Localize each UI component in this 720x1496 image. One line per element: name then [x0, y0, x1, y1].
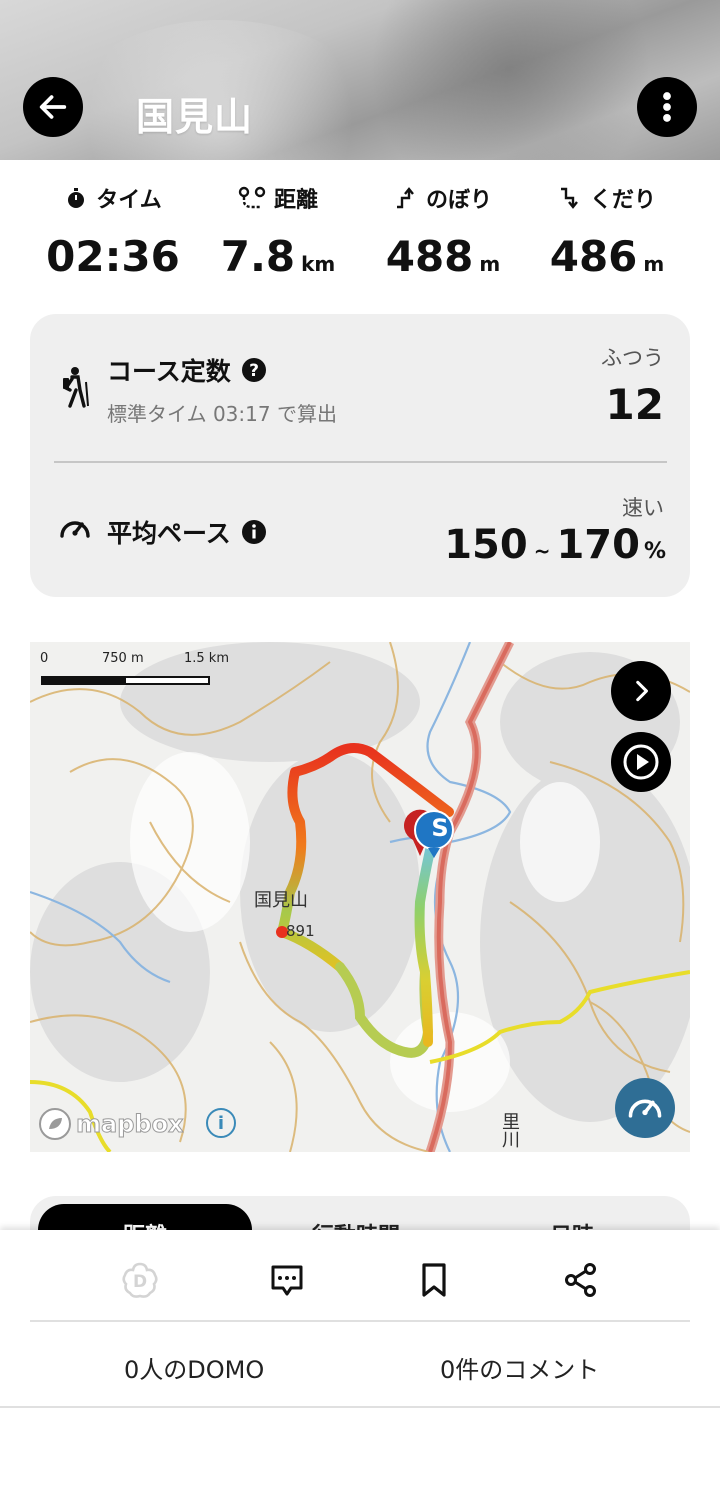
- course-grade: ふつう: [601, 346, 664, 370]
- speedometer-icon: [628, 1099, 662, 1118]
- mapbox-logo-text: mapbox: [76, 1110, 185, 1139]
- scale-max: 1.5 km: [184, 651, 229, 666]
- svg-text:?: ?: [249, 361, 259, 381]
- stat-descent-label: くだり: [589, 188, 656, 213]
- share-icon: [565, 1263, 596, 1297]
- course-card: コース定数 ? 標準タイム 03:17 で算出 ふつう 12 平均ペース 速い …: [30, 314, 690, 597]
- bottom-action-bar: D 0人のDOMO 0件のコメント: [0, 1230, 720, 1496]
- hiker-icon: [63, 367, 89, 408]
- start-marker-label: S: [431, 814, 449, 842]
- route-map[interactable]: 国見山 891 里川 0 750 m 1.5 km S mapbox i: [30, 642, 690, 1152]
- page-title: 国見山: [136, 95, 254, 139]
- card-divider: [54, 461, 667, 463]
- pace-tilde: ~: [533, 539, 551, 563]
- scale-mid: 750 m: [102, 651, 144, 666]
- comment-button[interactable]: [257, 1250, 317, 1310]
- map-attribution-button[interactable]: i: [206, 1108, 236, 1138]
- more-menu-button[interactable]: [637, 77, 697, 137]
- back-button[interactable]: [23, 77, 83, 137]
- ascent-arrow-icon: [396, 187, 414, 209]
- pace-grade: 速い: [622, 496, 664, 520]
- average-pace-title-row: 平均ペース: [107, 514, 267, 550]
- comment-icon: [271, 1265, 303, 1296]
- stat-ascent-value: 488: [385, 232, 474, 281]
- scale-zero: 0: [40, 651, 49, 666]
- descent-arrow-icon: [560, 187, 578, 209]
- bookmark-button[interactable]: [404, 1250, 464, 1310]
- stat-time-label: タイム: [96, 188, 162, 213]
- domo-count[interactable]: 0人のDOMO: [124, 1350, 264, 1385]
- speedometer-icon: [60, 521, 90, 538]
- river-label: 里川: [499, 1112, 520, 1148]
- bottom-divider-lower: [0, 1406, 720, 1408]
- stat-distance-label: 距離: [273, 188, 318, 213]
- peak-label: 国見山: [254, 890, 308, 911]
- course-standard-time: 標準タイム 03:17 で算出: [107, 402, 337, 426]
- map-replay-button[interactable]: [611, 732, 671, 792]
- topographic-map: [30, 642, 690, 1152]
- stopwatch-icon: [68, 188, 85, 208]
- stat-ascent-unit: m: [479, 252, 501, 276]
- average-pace-title: 平均ペース: [107, 519, 231, 548]
- map-speed-color-button[interactable]: [615, 1078, 675, 1138]
- bookmark-icon: [422, 1263, 446, 1297]
- stat-time: タイム 02:36: [28, 178, 198, 281]
- peak-elevation: 891: [286, 922, 315, 940]
- stat-ascent: のぼり 488 m: [358, 178, 528, 281]
- pace-range: 150 ~170%: [444, 522, 666, 568]
- course-constant-title-row: コース定数 ?: [107, 352, 267, 388]
- play-circle-icon: [623, 744, 659, 780]
- route-pin-icon: [238, 186, 266, 209]
- vertical-dots-icon: [663, 92, 671, 122]
- bottom-divider: [30, 1320, 690, 1322]
- pace-unit: %: [643, 539, 666, 564]
- stat-descent-unit: m: [643, 252, 665, 276]
- svg-text:D: D: [133, 1272, 147, 1292]
- pace-min: 150: [444, 522, 528, 568]
- stat-distance-unit: km: [301, 252, 336, 276]
- stat-distance: 距離 7.8 km: [193, 178, 363, 281]
- map-expand-button[interactable]: [611, 661, 671, 721]
- chevron-right-icon: [636, 680, 648, 702]
- mapbox-mark-icon: [39, 1108, 71, 1140]
- comment-count[interactable]: 0件のコメント: [440, 1350, 599, 1385]
- stat-ascent-label: のぼり: [425, 188, 492, 213]
- stat-descent: くだり 486 m: [522, 178, 692, 281]
- header-photo-shade: [360, 0, 660, 160]
- stat-distance-value: 7.8: [220, 232, 296, 281]
- info-circle-icon[interactable]: [241, 519, 267, 545]
- scale-bar: [41, 676, 210, 685]
- question-circle-icon[interactable]: ?: [241, 357, 267, 383]
- arrow-left-icon: [39, 95, 67, 119]
- share-button[interactable]: [551, 1250, 611, 1310]
- stat-time-value: 02:36: [46, 232, 180, 281]
- header: 国見山: [0, 0, 720, 160]
- domo-flower-icon: D: [122, 1262, 158, 1298]
- domo-button[interactable]: D: [110, 1250, 170, 1310]
- course-constant-value: 12: [605, 380, 664, 429]
- course-constant-title: コース定数: [107, 357, 231, 386]
- mapbox-logo: mapbox: [38, 1107, 184, 1141]
- activity-stats: タイム 02:36 距離 7.8 km のぼり 488 m くだり 486 m: [0, 178, 720, 288]
- stat-descent-value: 486: [549, 232, 638, 281]
- pace-max: 170: [556, 522, 640, 568]
